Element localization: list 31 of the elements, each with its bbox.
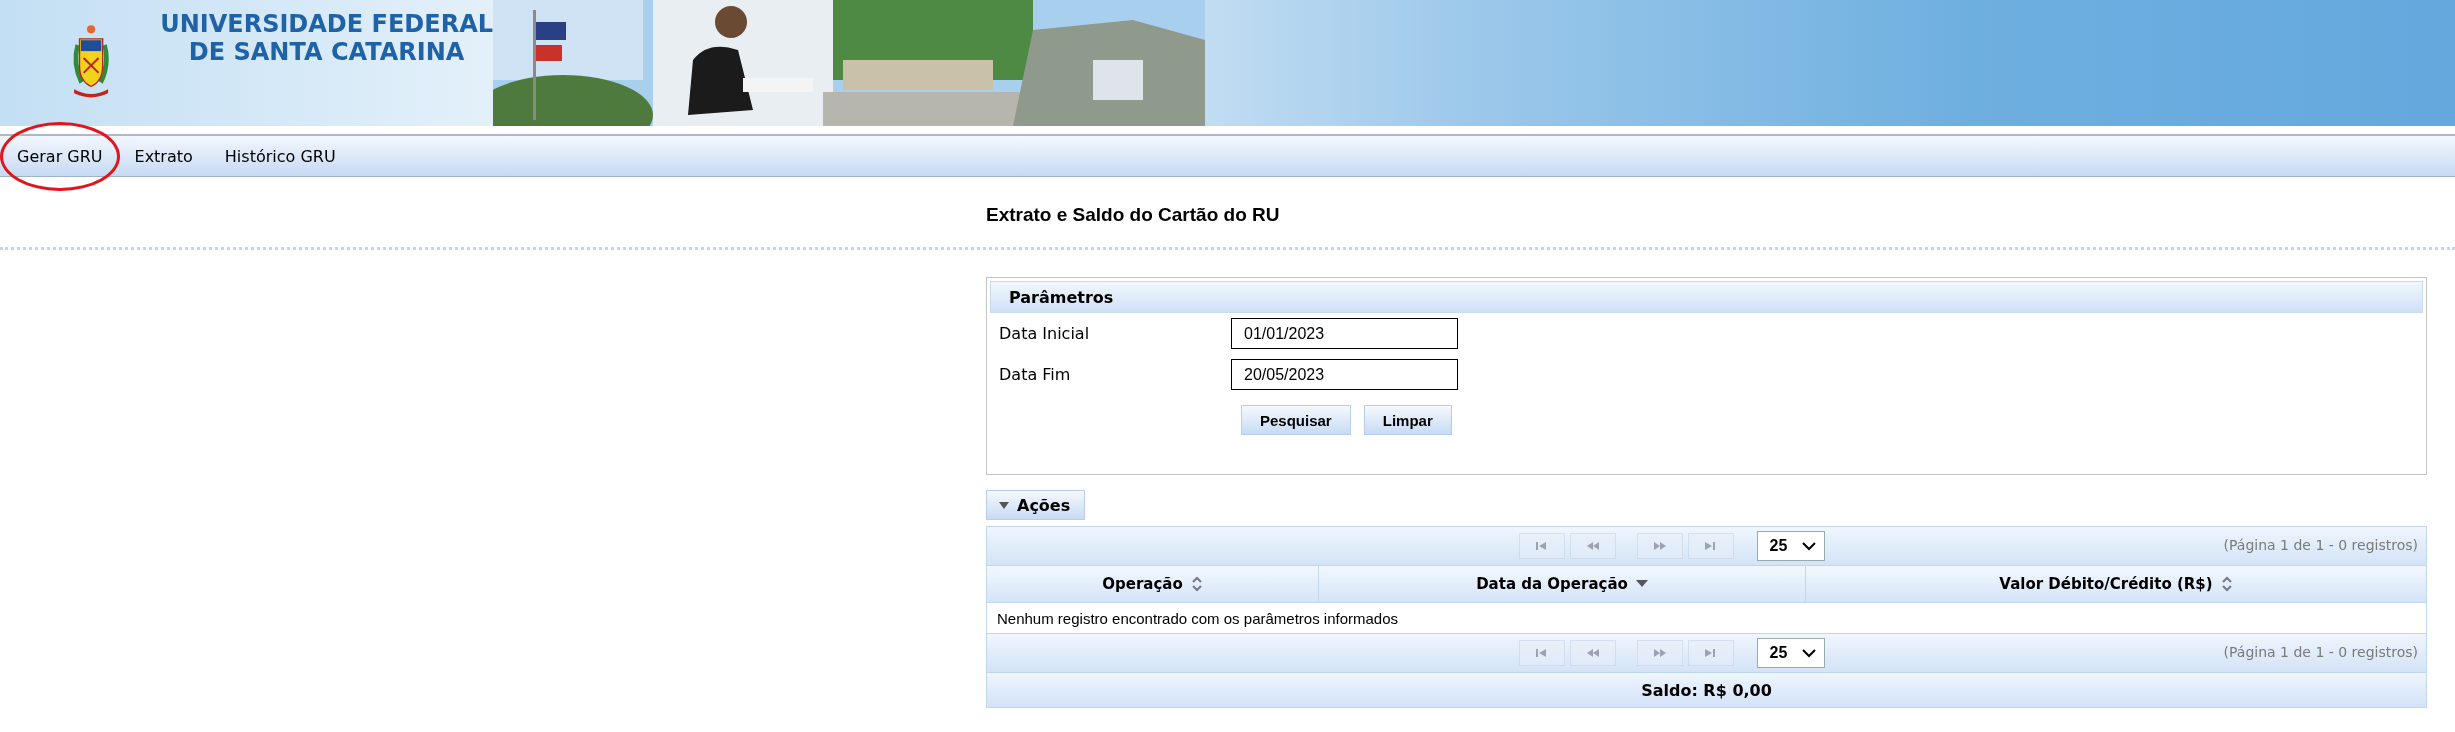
date-field[interactable]: 20/05/2023 [1231,359,1458,390]
empty-message: Nenhum registro encontrado com os parâmetros informados [997,609,1399,627]
page-size-select[interactable]: 25 [1756,638,1825,668]
menu-item[interactable]: Histórico GRU [207,121,353,191]
balance-footer: Saldo: R$ 0,00 [987,672,2426,707]
page-title: Extrato e Saldo do Cartão do RU [986,204,1280,225]
university-name: DE SANTA CATARINA [188,38,465,66]
page-summary: (Página 1 de 1 - 0 registros) [2223,644,2418,660]
column-header[interactable]: Data da Operação [1319,566,1806,602]
triangle-icon [999,501,1009,509]
column-header[interactable]: Valor Débito/Crédito (R$) [1806,566,2426,602]
page-size-select[interactable]: 25 [1756,531,1825,561]
page-summary: (Página 1 de 1 - 0 registros) [2223,537,2418,553]
chevron-down-icon [1801,648,1816,658]
next-page-icon [1651,647,1668,659]
next-page-icon [1651,540,1668,552]
sort-icon[interactable] [2220,576,2233,592]
sort-icon[interactable] [1190,576,1203,592]
date-field[interactable]: 01/01/2023 [1231,318,1458,349]
menu-item[interactable]: Extrato [117,121,210,191]
field-label: Data Inicial [999,324,1090,343]
column-header[interactable]: Operação [987,566,1319,602]
actions-toggle[interactable]: Ações [986,490,1086,520]
chevron-down-icon [1801,541,1816,551]
panel-header: Parâmetros [990,281,2423,313]
menu-item[interactable]: Gerar GRU [0,121,120,191]
form-button[interactable]: Pesquisar [1241,405,1351,435]
field-label: Data Fim [999,365,1071,384]
university-name: UNIVERSIDADE FEDERAL [160,10,493,38]
form-button[interactable]: Limpar [1363,405,1452,435]
sort-descending-icon[interactable] [1635,580,1648,588]
